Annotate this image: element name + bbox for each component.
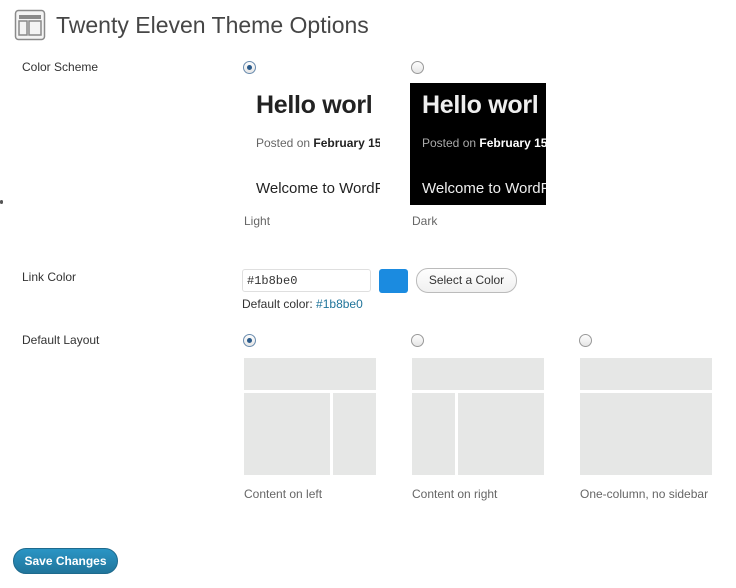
layout-content-right-radio[interactable] [411, 334, 424, 347]
preview-title: Hello worl [422, 91, 539, 119]
link-color-label: Link Color [22, 270, 77, 284]
preview-welcome: Welcome to WordP [422, 180, 546, 197]
theme-options-icon [14, 9, 46, 41]
layout-one-column-caption: One-column, no sidebar [580, 487, 709, 501]
layout-content-left-caption: Content on left [244, 487, 323, 501]
layout-one-column-preview[interactable] [580, 358, 712, 475]
default-color-link[interactable]: #1b8be0 [316, 297, 363, 311]
layout-content-right-preview[interactable] [412, 358, 544, 475]
preview-welcome: Welcome to WordP [256, 180, 380, 197]
color-scheme-light-preview[interactable]: Hello worl Posted on February 15 Welcome… [244, 83, 380, 205]
preview-posted: Posted on February 15 [422, 136, 546, 150]
layout-one-column-radio[interactable] [579, 334, 592, 347]
color-scheme-light-radio[interactable] [243, 61, 256, 74]
page-title: Twenty Eleven Theme Options [56, 12, 369, 38]
color-scheme-dark-caption: Dark [412, 214, 438, 228]
color-scheme-dark-preview[interactable]: Hello worl Posted on February 15 Welcome… [410, 83, 546, 205]
layout-content-left-preview[interactable] [244, 358, 376, 475]
preview-title: Hello worl [256, 91, 373, 119]
layout-content-left-radio[interactable] [243, 334, 256, 347]
color-scheme-label: Color Scheme [22, 60, 99, 74]
save-changes-button[interactable]: Save Changes [13, 548, 118, 574]
link-color-input[interactable] [242, 269, 371, 292]
default-layout-label: Default Layout [22, 333, 100, 347]
color-scheme-light-caption: Light [244, 214, 271, 228]
edge-marker [0, 200, 3, 204]
link-color-swatch[interactable] [379, 269, 408, 293]
select-color-button[interactable]: Select a Color [416, 268, 517, 293]
color-scheme-dark-radio[interactable] [411, 61, 424, 74]
preview-posted: Posted on February 15 [256, 136, 380, 150]
layout-content-right-caption: Content on right [412, 487, 498, 501]
default-color-text: Default color: #1b8be0 [242, 297, 363, 311]
